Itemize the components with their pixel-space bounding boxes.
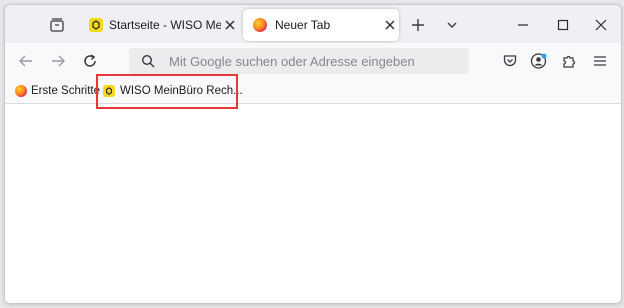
open-menu-button[interactable] <box>589 50 611 72</box>
bookmark-label: WISO MeinBüro Rech... <box>120 85 243 97</box>
maximize-icon <box>557 19 569 31</box>
new-tab-button[interactable] <box>407 14 429 36</box>
minimize-button[interactable] <box>511 14 535 36</box>
reload-icon <box>84 54 96 67</box>
forward-button[interactable] <box>47 50 69 72</box>
pocket-button[interactable] <box>499 50 521 72</box>
firefox-icon <box>15 85 27 97</box>
list-all-tabs-button[interactable] <box>441 14 463 36</box>
tab-neuer-tab[interactable]: Neuer Tab <box>243 9 399 41</box>
wiso-icon <box>103 85 115 97</box>
bookmark-wiso[interactable]: WISO MeinBüro Rech... <box>103 81 243 101</box>
reload-button[interactable] <box>79 50 101 72</box>
firefox-icon <box>253 18 267 32</box>
page-content <box>5 104 621 303</box>
firefox-view-button[interactable] <box>45 14 69 36</box>
puzzle-icon <box>563 55 576 68</box>
maximize-button[interactable] <box>551 14 575 36</box>
browser-window: Startseite - WISO MeinBüro Rechnung Neue… <box>4 4 622 304</box>
hamburger-menu-icon <box>594 56 606 66</box>
minimize-icon <box>518 24 528 26</box>
wiso-icon <box>89 18 103 32</box>
forward-arrow-icon <box>52 55 65 67</box>
plus-icon <box>412 19 424 31</box>
tab-label: Neuer Tab <box>275 18 331 32</box>
bookmark-erste-schritte[interactable]: Erste Schritte <box>15 81 100 101</box>
account-button[interactable] <box>528 50 550 72</box>
tab-startseite[interactable]: Startseite - WISO MeinBüro Rechnung <box>81 9 239 41</box>
close-icon <box>385 20 395 30</box>
close-window-button[interactable] <box>589 14 613 36</box>
pocket-icon <box>503 55 517 67</box>
url-bar[interactable] <box>129 48 469 74</box>
back-arrow-icon <box>19 55 32 67</box>
close-tab-button[interactable] <box>221 16 239 34</box>
close-tab-button[interactable] <box>381 16 399 34</box>
back-button[interactable] <box>15 50 37 72</box>
close-icon <box>225 20 235 30</box>
search-icon <box>141 54 155 68</box>
bookmarks-toolbar: Erste Schritte WISO MeinBüro Rech... <box>5 79 621 104</box>
account-icon <box>530 53 547 69</box>
bookmark-label: Erste Schritte <box>31 85 101 97</box>
tab-strip: Startseite - WISO MeinBüro Rechnung Neue… <box>5 5 621 43</box>
navigation-toolbar <box>5 43 621 79</box>
extensions-button[interactable] <box>558 50 580 72</box>
close-icon <box>595 19 607 31</box>
firefox-view-icon <box>50 18 64 32</box>
chevron-down-icon <box>447 22 457 28</box>
tab-label: Startseite - WISO MeinBüro Rechnung <box>109 18 221 32</box>
url-input[interactable] <box>169 53 459 69</box>
